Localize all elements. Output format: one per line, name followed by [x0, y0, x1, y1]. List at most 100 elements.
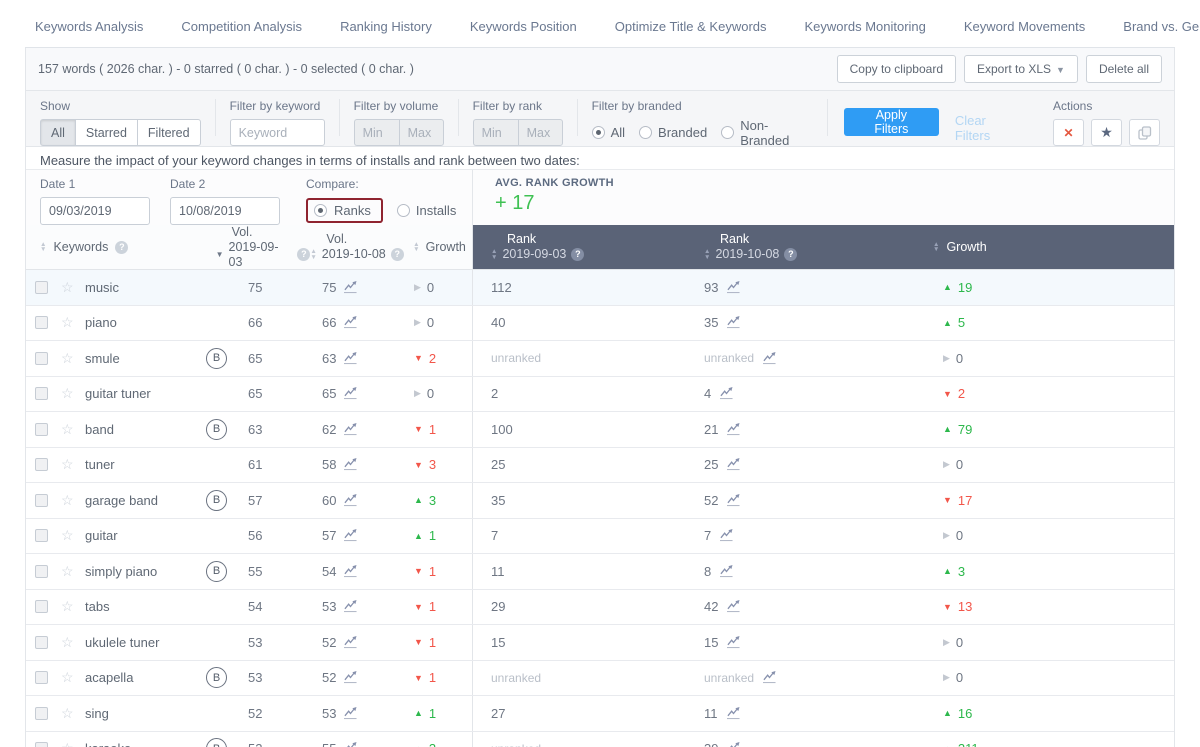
chart-icon[interactable]: [343, 742, 358, 747]
date1-input[interactable]: [40, 197, 150, 225]
chart-icon[interactable]: [762, 671, 777, 684]
show-starred-button[interactable]: Starred: [75, 119, 138, 146]
compare-ranks-radio[interactable]: Ranks: [306, 198, 383, 223]
chart-icon[interactable]: [343, 280, 358, 294]
chart-icon[interactable]: [343, 351, 358, 365]
chart-icon[interactable]: [343, 671, 358, 684]
star-icon[interactable]: ☆: [61, 456, 74, 473]
star-icon[interactable]: ☆: [61, 527, 74, 544]
row-checkbox[interactable]: [35, 742, 48, 747]
tab-competition-analysis[interactable]: Competition Analysis: [181, 19, 302, 47]
star-icon[interactable]: ☆: [61, 350, 74, 367]
header-rank-growth[interactable]: ▲ ▼ Growth: [913, 225, 1174, 269]
help-icon[interactable]: ?: [115, 240, 129, 254]
help-icon[interactable]: ?: [297, 248, 311, 261]
show-filtered-button[interactable]: Filtered: [137, 119, 201, 146]
tab-keywords-analysis[interactable]: Keywords Analysis: [35, 19, 143, 47]
header-rank-date2[interactable]: Rank ▲ ▼ 2019-10-08 ?: [688, 225, 913, 269]
help-icon[interactable]: ?: [571, 248, 585, 261]
star-icon[interactable]: ☆: [61, 492, 74, 509]
row-checkbox[interactable]: [35, 422, 48, 436]
tab-optimize-title-keywords[interactable]: Optimize Title & Keywords: [615, 19, 767, 47]
row-checkbox[interactable]: [35, 458, 48, 472]
tab-keywords-position[interactable]: Keywords Position: [470, 19, 577, 47]
header-vol-date1[interactable]: Vol. ▼ 2019-09-03 ?: [216, 225, 311, 269]
chart-icon[interactable]: [719, 529, 734, 542]
row-checkbox[interactable]: [35, 671, 48, 685]
compare-installs-radio[interactable]: Installs: [396, 203, 456, 218]
chart-icon[interactable]: [762, 351, 777, 365]
chart-icon[interactable]: [726, 316, 741, 329]
rank-max-input[interactable]: [517, 119, 563, 146]
row-checkbox[interactable]: [35, 635, 48, 649]
chart-icon[interactable]: [343, 422, 358, 436]
chart-icon[interactable]: [726, 635, 741, 649]
star-icon[interactable]: ☆: [61, 740, 74, 747]
sort-icon[interactable]: ▲ ▼: [491, 249, 497, 260]
sort-desc-icon[interactable]: ▼: [216, 247, 224, 262]
row-checkbox[interactable]: [35, 351, 48, 365]
star-icon[interactable]: ☆: [61, 598, 74, 615]
chart-icon[interactable]: [726, 600, 741, 613]
row-checkbox[interactable]: [35, 387, 48, 401]
star-icon[interactable]: ☆: [61, 314, 74, 331]
header-vol-growth[interactable]: ▲ ▼ Growth: [405, 225, 472, 269]
row-checkbox[interactable]: [35, 316, 48, 330]
copy-keywords-button[interactable]: [1129, 119, 1160, 146]
sort-icon[interactable]: ▲ ▼: [413, 241, 419, 253]
delete-keywords-button[interactable]: ✕: [1053, 119, 1084, 146]
sort-icon[interactable]: ▲ ▼: [40, 241, 46, 253]
tab-brand-vs-generic[interactable]: Brand vs. Generic: [1123, 19, 1200, 47]
volume-max-input[interactable]: [398, 119, 444, 146]
chart-icon[interactable]: [343, 493, 358, 507]
chart-icon[interactable]: [726, 742, 741, 747]
row-checkbox[interactable]: [35, 493, 48, 507]
chart-icon[interactable]: [343, 635, 358, 649]
star-icon[interactable]: ☆: [61, 421, 74, 438]
chart-icon[interactable]: [726, 458, 741, 471]
chart-icon[interactable]: [343, 706, 358, 720]
star-icon[interactable]: ☆: [61, 634, 74, 651]
chart-icon[interactable]: [719, 387, 734, 400]
tab-ranking-history[interactable]: Ranking History: [340, 19, 432, 47]
row-checkbox[interactable]: [35, 706, 48, 720]
apply-filters-button[interactable]: Apply Filters: [843, 108, 939, 136]
header-rank-date1[interactable]: Rank ▲ ▼ 2019-09-03 ?: [473, 225, 688, 269]
branded-all-radio[interactable]: All: [591, 125, 625, 140]
chart-icon[interactable]: [343, 564, 358, 578]
tab-keywords-monitoring[interactable]: Keywords Monitoring: [805, 19, 926, 47]
star-icon[interactable]: ☆: [61, 385, 74, 402]
clear-filters-link[interactable]: Clear Filters: [955, 113, 1023, 143]
header-vol-date2[interactable]: Vol. ▲ ▼ 2019-10-08 ?: [310, 225, 405, 269]
tab-keyword-movements[interactable]: Keyword Movements: [964, 19, 1085, 47]
keyword-filter-input[interactable]: [229, 119, 325, 146]
chart-icon[interactable]: [343, 387, 358, 400]
row-checkbox[interactable]: [35, 564, 48, 578]
star-icon[interactable]: ☆: [61, 563, 74, 580]
row-checkbox[interactable]: [35, 529, 48, 543]
sort-icon[interactable]: ▲ ▼: [310, 249, 316, 260]
branded-branded-radio[interactable]: Branded: [639, 125, 707, 140]
row-checkbox[interactable]: [35, 600, 48, 614]
export-xls-button[interactable]: Export to XLS ▼: [964, 55, 1078, 83]
copy-to-clipboard-button[interactable]: Copy to clipboard: [836, 55, 956, 83]
sort-icon[interactable]: ▲ ▼: [933, 241, 939, 253]
chart-icon[interactable]: [726, 422, 741, 436]
chart-icon[interactable]: [343, 600, 358, 613]
chart-icon[interactable]: [726, 280, 741, 294]
row-checkbox[interactable]: [35, 280, 48, 294]
chart-icon[interactable]: [726, 706, 741, 720]
chart-icon[interactable]: [343, 316, 358, 329]
date2-input[interactable]: [170, 197, 280, 225]
sort-icon[interactable]: ▲ ▼: [704, 249, 710, 260]
volume-min-input[interactable]: [353, 119, 399, 146]
show-all-button[interactable]: All: [40, 119, 76, 146]
star-icon[interactable]: ☆: [61, 705, 74, 722]
header-keywords[interactable]: ▲ ▼ Keywords ?: [26, 225, 216, 269]
help-icon[interactable]: ?: [784, 248, 798, 261]
star-keywords-button[interactable]: ★: [1091, 119, 1122, 146]
chart-icon[interactable]: [726, 493, 741, 507]
help-icon[interactable]: ?: [390, 248, 404, 261]
branded-nonbranded-radio[interactable]: Non-Branded: [721, 118, 813, 148]
star-icon[interactable]: ☆: [61, 669, 74, 686]
